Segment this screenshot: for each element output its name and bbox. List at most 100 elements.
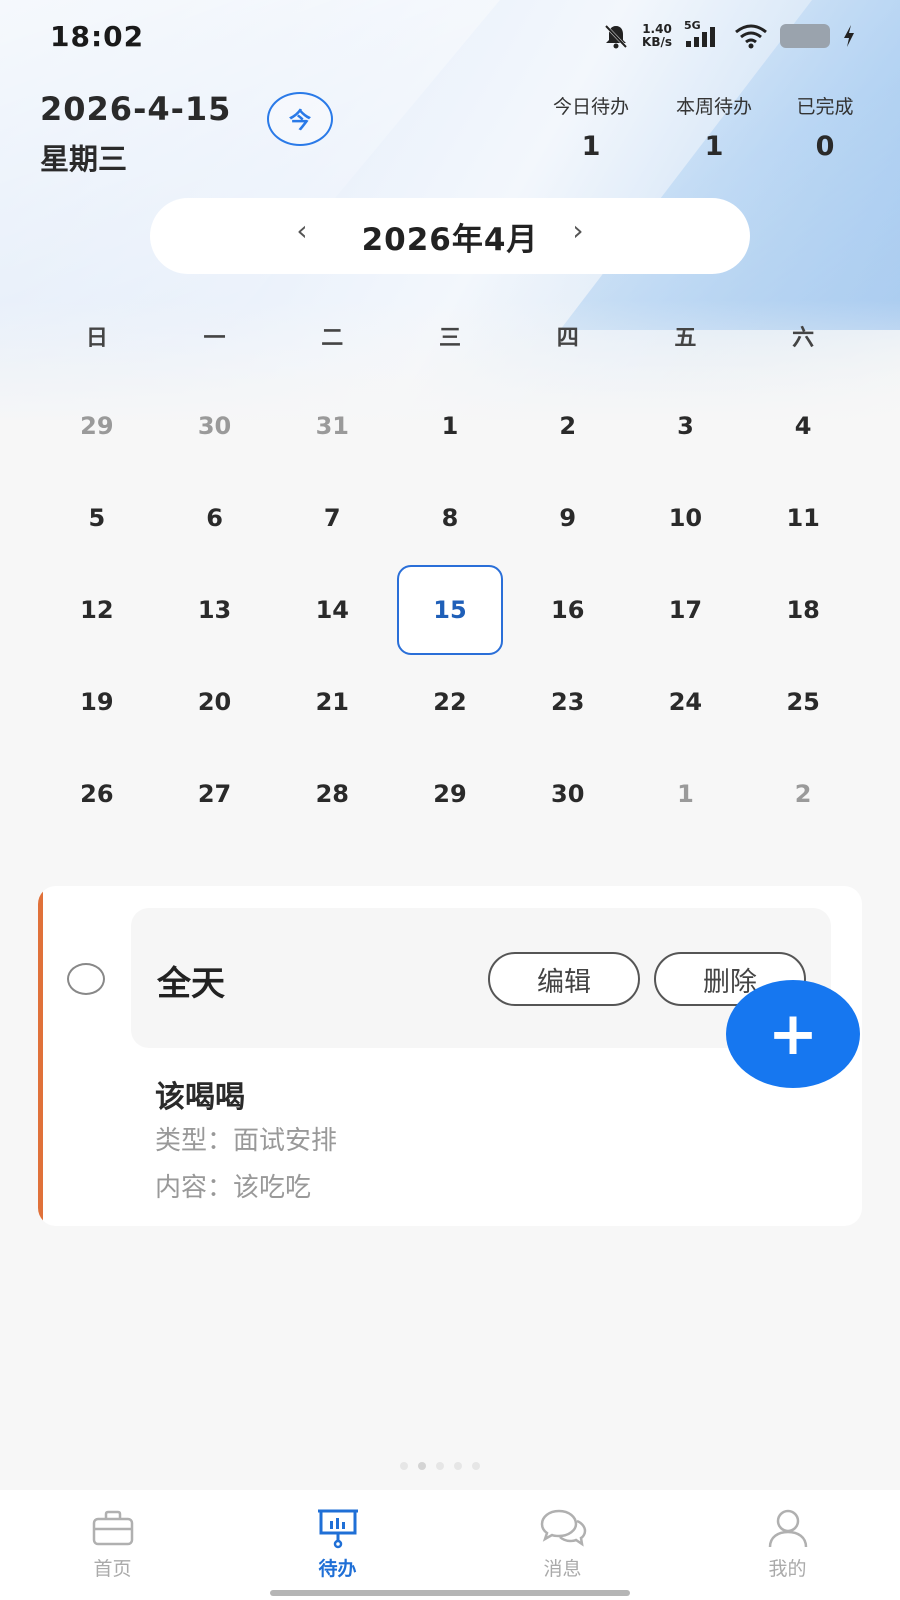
tab-label: 待办: [318, 1558, 357, 1580]
stat-label: 今日待办: [552, 96, 629, 118]
calendar-day[interactable]: 18: [744, 564, 862, 656]
tab-messages[interactable]: 消息: [450, 1490, 675, 1600]
current-date: 2026-4-15: [40, 90, 232, 128]
calendar-day-number: 17: [668, 596, 703, 624]
status-time: 18:02: [50, 20, 145, 53]
task-accent-bar: [38, 886, 43, 1226]
calendar-day[interactable]: 1: [627, 748, 745, 840]
tab-todo[interactable]: 待办: [225, 1490, 450, 1600]
calendar-day-number: 4: [794, 412, 812, 440]
calendar-day[interactable]: 1: [391, 380, 509, 472]
calendar-day-number: 18: [786, 596, 820, 624]
calendar-day[interactable]: 25: [744, 656, 862, 748]
stat-label: 已完成: [796, 96, 854, 118]
page-dot: [400, 1462, 408, 1470]
calendar-day-number: 15: [396, 565, 503, 655]
calendar-day[interactable]: 8: [391, 472, 509, 564]
calendar-day[interactable]: 30: [156, 380, 274, 472]
page-dot: [454, 1462, 462, 1470]
calendar-day-number: 3: [677, 412, 694, 440]
calendar-day[interactable]: 16: [509, 564, 627, 656]
weekday-label: 二: [321, 326, 344, 351]
calendar-day[interactable]: 4: [744, 380, 862, 472]
calendar-day[interactable]: 5: [38, 472, 156, 564]
net-speed-unit: KB/s: [642, 35, 672, 49]
calendar-day[interactable]: 31: [273, 380, 391, 472]
stat-today-todo: 今日待办 1: [526, 92, 656, 162]
chevron-left-icon[interactable]: ‹: [282, 214, 322, 247]
calendar-day[interactable]: 2: [744, 748, 862, 840]
calendar-day[interactable]: 6: [156, 472, 274, 564]
calendar-day[interactable]: 2: [509, 380, 627, 472]
calendar-day-number: 11: [786, 504, 820, 532]
calendar-grid: 29 30 31 1 2 3 4 5 6 7 8 9 10 11 12 13 14 15 16 17 18 19 20 21 2…: [38, 380, 862, 840]
weekday-label: 日: [85, 326, 108, 351]
calendar-day-number: 21: [315, 688, 349, 716]
calendar-day[interactable]: 22: [391, 656, 509, 748]
calendar-day[interactable]: 17: [627, 564, 745, 656]
calendar-day[interactable]: 14: [273, 564, 391, 656]
calendar-day-number: 6: [206, 504, 223, 532]
calendar-day-number: 14: [315, 596, 349, 624]
calendar-day-number: 22: [433, 688, 467, 716]
calendar-day[interactable]: 30: [509, 748, 627, 840]
weekday-label: 一: [203, 326, 226, 351]
calendar-day-number: 30: [551, 780, 585, 808]
calendar-day-number: 5: [88, 504, 106, 532]
calendar-day[interactable]: 24: [627, 656, 745, 748]
calendar-day[interactable]: 19: [38, 656, 156, 748]
current-weekday: 星期三: [40, 142, 128, 176]
tab-home[interactable]: 首页: [0, 1490, 225, 1600]
edit-button[interactable]: 编辑: [488, 952, 640, 1006]
bell-muted-icon: [604, 24, 628, 49]
calendar-day-number: 26: [80, 780, 114, 808]
calendar-day-number: 23: [551, 688, 585, 716]
task-title: 该喝喝: [155, 1080, 245, 1115]
tab-label: 首页: [93, 1558, 132, 1580]
calendar-day[interactable]: 28: [273, 748, 391, 840]
page-dot: [418, 1462, 426, 1470]
calendar-day-number: 30: [197, 412, 232, 440]
calendar-day[interactable]: 9: [509, 472, 627, 564]
chevron-right-icon[interactable]: ›: [558, 214, 598, 247]
calendar-day-number: 19: [80, 688, 114, 716]
tab-label: 消息: [543, 1558, 582, 1580]
add-task-button[interactable]: +: [726, 980, 860, 1088]
calendar-day-number: 29: [433, 780, 467, 808]
tab-profile[interactable]: 我的: [675, 1490, 900, 1600]
calendar-day[interactable]: 26: [38, 748, 156, 840]
calendar-day[interactable]: 21: [273, 656, 391, 748]
calendar-day-number: 1: [677, 780, 694, 808]
calendar-day[interactable]: 3: [627, 380, 745, 472]
calendar-day[interactable]: 12: [38, 564, 156, 656]
calendar-day[interactable]: 27: [156, 748, 274, 840]
calendar-day-number: 31: [315, 412, 349, 440]
calendar-day[interactable]: 10: [627, 472, 745, 564]
weekday-label: 五: [674, 326, 697, 351]
calendar-day[interactable]: 20: [156, 656, 274, 748]
today-button[interactable]: 今: [267, 92, 333, 146]
weekday-label: 三: [438, 326, 461, 351]
calendar-day[interactable]: 29: [38, 380, 156, 472]
weekday-label: 六: [792, 326, 815, 351]
calendar-day-number: 24: [668, 688, 703, 716]
calendar-day[interactable]: 11: [744, 472, 862, 564]
net-speed: 1.40 KB/s: [642, 23, 672, 49]
weekday-header: 日一二三四五六: [38, 320, 862, 352]
calendar-day-selected[interactable]: 15: [391, 564, 509, 656]
task-time: 全天: [157, 964, 225, 1004]
wifi-icon: [735, 24, 767, 49]
month-title: 2026年4月: [361, 221, 539, 258]
calendar-day-number: 27: [197, 780, 232, 808]
calendar-day[interactable]: 7: [273, 472, 391, 564]
month-switcher: ‹ 2026年4月 ›: [150, 198, 750, 274]
task-complete-checkbox[interactable]: [67, 963, 105, 995]
calendar-day[interactable]: 29: [391, 748, 509, 840]
briefcase-icon: [89, 1506, 137, 1550]
user-icon: [764, 1506, 812, 1550]
calendar-day[interactable]: 23: [509, 656, 627, 748]
stat-value: 1: [581, 131, 601, 162]
calendar-day-number: 1: [441, 412, 459, 440]
calendar-day[interactable]: 13: [156, 564, 274, 656]
charging-icon: [844, 25, 854, 47]
